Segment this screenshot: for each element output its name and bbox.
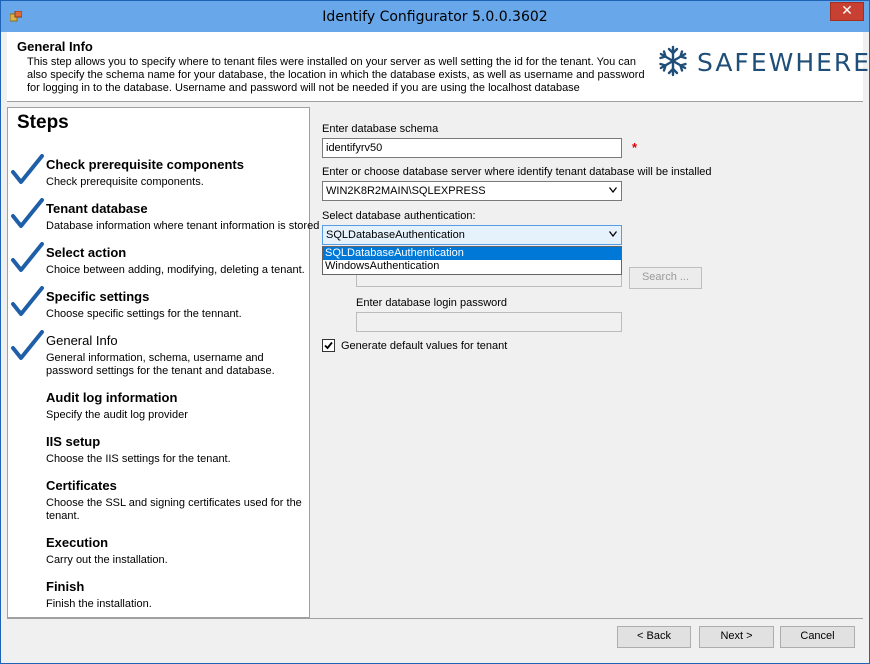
checkmark-icon bbox=[324, 341, 333, 350]
auth-option-sql[interactable]: SQLDatabaseAuthentication bbox=[323, 247, 621, 260]
step-name: Audit log information bbox=[46, 390, 178, 405]
steps-panel: Steps Check prerequisite components Chec… bbox=[7, 107, 320, 618]
server-label: Enter or choose database server where id… bbox=[322, 166, 712, 178]
auth-value: SQLDatabaseAuthentication bbox=[326, 229, 465, 241]
step-name: IIS setup bbox=[46, 434, 101, 449]
step-desc: Choose the IIS settings for the tenant. bbox=[46, 453, 231, 465]
generate-defaults-checkbox[interactable] bbox=[322, 339, 335, 352]
step-desc: Finish the installation. bbox=[46, 598, 152, 610]
safewhere-logo: SAFEWHERE bbox=[652, 42, 869, 78]
password-input[interactable] bbox=[356, 312, 622, 332]
page-title: General Info bbox=[17, 39, 93, 54]
checkmark-icon bbox=[11, 286, 44, 316]
step-name: Select action bbox=[46, 245, 127, 260]
snowflake-icon bbox=[659, 45, 687, 77]
chevron-down-icon[interactable] bbox=[609, 187, 617, 193]
chevron-down-icon[interactable] bbox=[609, 231, 617, 237]
general-info-form: Enter database schema identifyrv50 * Ent… bbox=[314, 107, 863, 616]
password-label: Enter database login password bbox=[356, 297, 508, 309]
logo-text: SAFEWHERE bbox=[697, 48, 870, 77]
schema-input[interactable]: identifyrv50 bbox=[322, 138, 622, 158]
schema-label: Enter database schema bbox=[322, 123, 439, 135]
back-button[interactable]: < Back bbox=[617, 626, 691, 648]
step-desc: General information, schema, username an… bbox=[46, 352, 275, 377]
step-name: Finish bbox=[46, 579, 85, 594]
page-header: General Info This step allows you to spe… bbox=[7, 32, 869, 102]
step-name: Specific settings bbox=[46, 289, 150, 304]
search-button[interactable]: Search ... bbox=[629, 267, 702, 289]
step-desc: Choose specific settings for the tennant… bbox=[46, 308, 242, 320]
cancel-button[interactable]: Cancel bbox=[780, 626, 855, 648]
auth-label: Select database authentication: bbox=[322, 210, 476, 222]
step-name: Execution bbox=[46, 535, 109, 550]
title-bar[interactable]: Identify Configurator 5.0.0.3602 ✕ bbox=[1, 1, 869, 32]
required-marker: * bbox=[632, 140, 638, 155]
checkmark-icon bbox=[11, 242, 44, 272]
step-name: General Info bbox=[46, 333, 118, 348]
close-button[interactable]: ✕ bbox=[830, 2, 864, 21]
next-button[interactable]: Next > bbox=[699, 626, 774, 648]
step-desc: Specify the audit log provider bbox=[46, 409, 188, 421]
step-desc: Choice between adding, modifying, deleti… bbox=[46, 264, 305, 276]
page-description: This step allows you to specify where to… bbox=[27, 56, 645, 94]
step-desc: Check prerequisite components. bbox=[46, 176, 204, 188]
step-desc: Database information where tenant inform… bbox=[46, 220, 320, 232]
checkmark-icon bbox=[11, 154, 44, 184]
window-title: Identify Configurator 5.0.0.3602 bbox=[322, 9, 548, 25]
auth-combo[interactable]: SQLDatabaseAuthentication bbox=[322, 225, 622, 245]
server-value: WIN2K8R2MAIN\SQLEXPRESS bbox=[326, 185, 486, 197]
auth-dropdown-list: SQLDatabaseAuthentication WindowsAuthent… bbox=[322, 246, 622, 275]
step-desc: Carry out the installation. bbox=[46, 554, 168, 566]
steps-title: Steps bbox=[17, 112, 69, 133]
step-name: Tenant database bbox=[46, 201, 148, 216]
generate-defaults-label: Generate default values for tenant bbox=[341, 340, 508, 352]
step-name: Check prerequisite components bbox=[46, 157, 244, 172]
server-combo[interactable]: WIN2K8R2MAIN\SQLEXPRESS bbox=[322, 181, 622, 201]
checkmark-icon bbox=[11, 330, 44, 360]
step-desc: Choose the SSL and signing certificates … bbox=[46, 497, 302, 522]
footer-divider bbox=[7, 618, 863, 619]
configurator-window: Identify Configurator 5.0.0.3602 ✕ Gener… bbox=[0, 0, 870, 664]
step-name: Certificates bbox=[46, 478, 117, 493]
auth-option-windows[interactable]: WindowsAuthentication bbox=[323, 260, 621, 273]
checkmark-icon bbox=[11, 198, 44, 228]
